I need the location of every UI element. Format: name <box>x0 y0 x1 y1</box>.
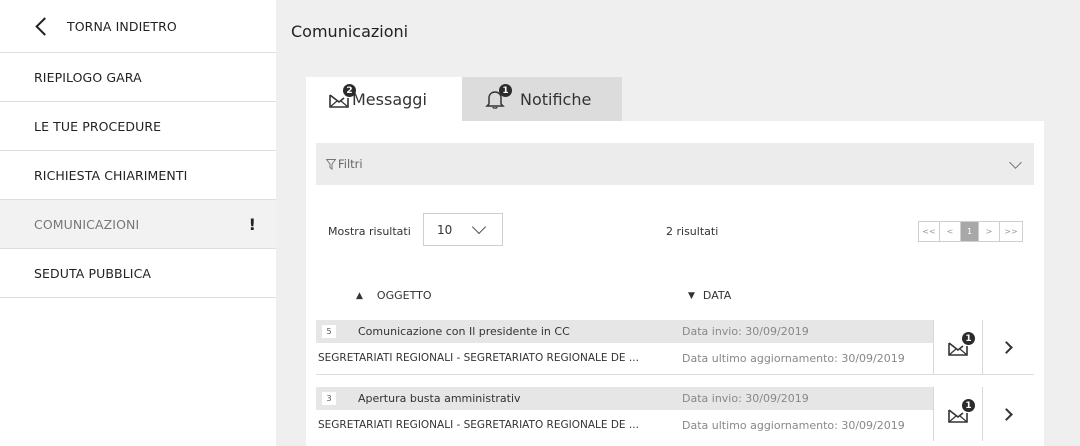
envelope-icon: 1 <box>947 399 975 424</box>
sidebar: TORNA INDIETRO RIEPILOGO GARA LE TUE PRO… <box>0 0 276 446</box>
row-badge: 1 <box>962 332 975 345</box>
tab-messaggi[interactable]: 2 Messaggi <box>306 77 462 121</box>
notifications-badge: 1 <box>499 84 512 97</box>
sidebar-item-label: COMUNICAZIONI <box>34 216 140 232</box>
envelope-icon: 1 <box>947 332 975 357</box>
page-title: Comunicazioni <box>291 22 409 41</box>
sidebar-item-label: SEDUTA PUBBLICA <box>34 265 152 281</box>
page-size-select[interactable]: 10 <box>423 213 503 246</box>
row-updated-date: Data ultimo aggiornamento: 30/09/2019 <box>682 419 905 432</box>
pagination: << < 1 > >> <box>918 221 1023 242</box>
row-number: 5 <box>322 325 336 338</box>
pager-next-button[interactable]: > <box>979 222 1000 241</box>
sidebar-item-comunicazioni[interactable]: COMUNICAZIONI ! <box>0 200 276 249</box>
page-size-value: 10 <box>437 222 453 237</box>
row-messages-button[interactable]: 1 <box>933 320 982 374</box>
chevron-right-icon <box>1000 340 1013 354</box>
show-results-label: Mostra risultati <box>328 225 411 238</box>
sidebar-item-label: RICHIESTA CHIARIMENTI <box>34 167 188 183</box>
pager-prev-button[interactable]: < <box>940 222 961 241</box>
filters-toggle[interactable]: Filtri <box>316 143 1034 185</box>
sidebar-item-riepilogo-gara[interactable]: RIEPILOGO GARA <box>0 53 276 102</box>
row-open-button[interactable] <box>982 320 1034 374</box>
chevron-down-icon <box>1009 156 1022 169</box>
row-messages-button[interactable]: 1 <box>933 387 982 441</box>
sidebar-item-seduta-pubblica[interactable]: SEDUTA PUBBLICA <box>0 249 276 298</box>
column-header-oggetto[interactable]: ▲ OGGETTO <box>356 289 431 302</box>
pager-last-button[interactable]: >> <box>1000 222 1022 241</box>
sidebar-item-label: RIEPILOGO GARA <box>34 69 142 85</box>
alert-icon: ! <box>248 214 256 234</box>
row-badge: 1 <box>962 399 975 412</box>
filters-label: Filtri <box>338 157 363 171</box>
sort-desc-icon: ▼ <box>688 290 695 301</box>
row-subject: Comunicazione con Il presidente in CC <box>358 325 570 338</box>
column-header-data[interactable]: ▼ DATA <box>688 289 731 302</box>
chevron-down-icon <box>471 219 487 235</box>
chevron-right-icon <box>1000 407 1013 421</box>
messages-panel: Filtri Mostra risultati 10 2 risultati <… <box>306 121 1044 446</box>
sidebar-item-label: LE TUE PROCEDURE <box>34 118 162 134</box>
table-row[interactable]: 5 Comunicazione con Il presidente in CC … <box>316 320 1034 375</box>
row-organization: SEGRETARIATI REGIONALI - SEGRETARIATO RE… <box>318 352 639 364</box>
row-open-button[interactable] <box>982 387 1034 441</box>
sort-asc-icon: ▲ <box>356 290 363 301</box>
results-count: 2 risultati <box>666 225 719 238</box>
back-label: TORNA INDIETRO <box>67 18 177 34</box>
back-link[interactable]: TORNA INDIETRO <box>0 0 276 53</box>
row-organization: SEGRETARIATI REGIONALI - SEGRETARIATO RE… <box>318 419 639 431</box>
column-label: OGGETTO <box>376 289 432 302</box>
sidebar-item-chiarimenti[interactable]: RICHIESTA CHIARIMENTI <box>0 151 276 200</box>
tab-label: Notifiche <box>520 89 592 109</box>
pager-current-page[interactable]: 1 <box>961 222 979 241</box>
sidebar-item-procedure[interactable]: LE TUE PROCEDURE <box>0 102 276 151</box>
envelope-icon: 2 <box>328 84 356 109</box>
filter-icon <box>326 158 336 170</box>
row-sent-date: Data invio: 30/09/2019 <box>682 325 809 338</box>
table-row[interactable]: 3 Apertura busta amministrativ Data invi… <box>316 387 1034 441</box>
tab-bar: 2 Messaggi 1 Notifiche <box>306 77 622 121</box>
bell-icon: 1 <box>484 84 512 109</box>
row-subject: Apertura busta amministrativ <box>358 392 521 405</box>
tab-notifiche[interactable]: 1 Notifiche <box>462 77 622 121</box>
row-sent-date: Data invio: 30/09/2019 <box>682 392 809 405</box>
chevron-left-icon <box>35 16 54 36</box>
row-number: 3 <box>322 392 336 405</box>
messages-badge: 2 <box>343 84 356 97</box>
row-updated-date: Data ultimo aggiornamento: 30/09/2019 <box>682 352 905 365</box>
pager-first-button[interactable]: << <box>919 222 940 241</box>
tab-label: Messaggi <box>352 89 427 109</box>
column-label: DATA <box>702 289 732 302</box>
row-divider <box>316 374 1034 375</box>
